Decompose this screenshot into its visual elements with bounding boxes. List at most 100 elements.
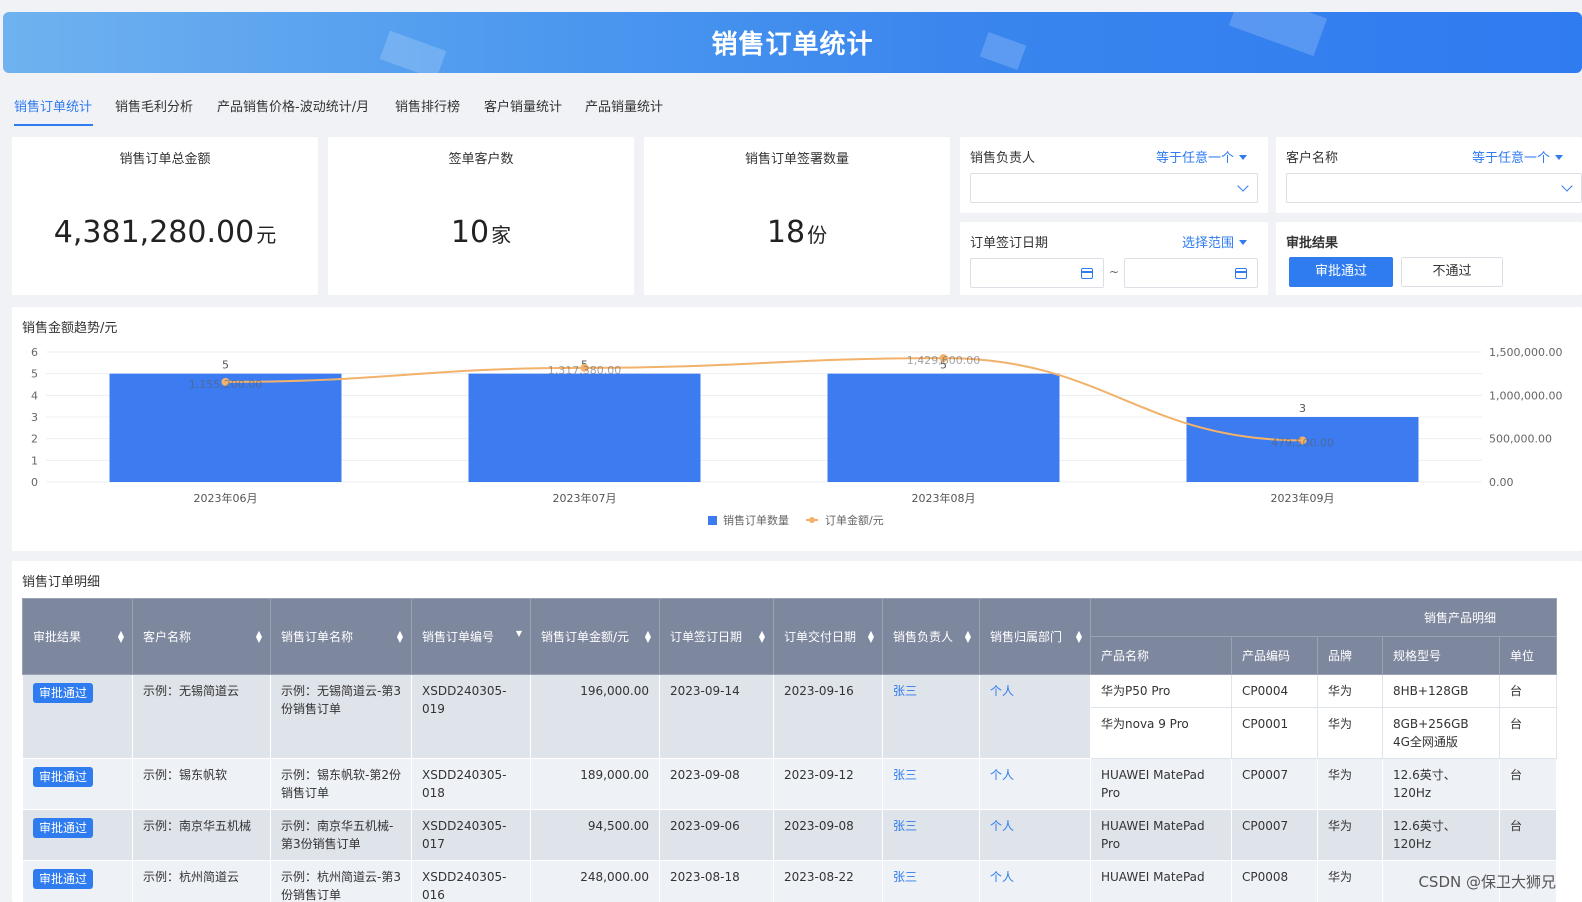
filter-operator-dropdown[interactable]: 等于任意一个 [1156,147,1248,166]
table-row[interactable]: 审批通过 示例：无锡简道云 示例：无锡简道云-第3份销售订单 XSDD240305-0… [22,674,1557,759]
tab-gross-profit[interactable]: 销售毛利分析 [115,96,193,115]
col-header-sign-date[interactable]: 订单签订日期 ▲ ▼ [659,598,774,675]
watermark: CSDN @保卫大狮兄 [1418,873,1556,891]
bar-data-label: 3 [1299,402,1306,415]
col-header-owner[interactable]: 销售负责人 ▲ ▼ [882,598,980,675]
cell-delivery-date: 2023-09-12 [773,758,883,810]
tab-product-sales[interactable]: 产品销量统计 [585,96,663,115]
customer-select[interactable] [1286,173,1582,203]
col-header-delivery-date[interactable]: 订单交付日期 ▲ ▼ [773,598,883,675]
dept-link[interactable]: 个人 [990,684,1014,698]
cell-owner: 张三 [882,758,980,810]
cell-product-unit: 台 [1499,758,1557,810]
sort-icon: ▲ ▼ [255,628,262,644]
stat-unit: 家 [491,223,512,247]
caret-down-icon [1239,155,1248,160]
status-badge[interactable]: 审批通过 [33,869,94,889]
cell-status: 审批通过 [22,809,133,861]
cell-order-no: XSDD240305-016 [411,860,531,902]
status-badge[interactable]: 审批通过 [33,767,94,787]
cell-product-code: CP0004 [1231,674,1318,708]
cell-order-name: 示例：南京华五机械-第3份销售订单 [270,809,412,861]
table-row[interactable]: 审批通过 示例：南京华五机械 示例：南京华五机械-第3份销售订单 XSDD240305… [22,809,1557,861]
calendar-icon [1235,268,1247,279]
col-header-approval[interactable]: 审批结果 ▲ ▼ [22,598,133,675]
y-left-tick-label: 2 [31,433,38,446]
y-left-tick-label: 4 [31,389,38,402]
y-left-tick-label: 5 [31,368,38,381]
stat-label: 销售订单签署数量 [744,152,849,167]
cell-order-no: XSDD240305-018 [411,758,531,810]
sales-trend-chart: 0 1 2 3 4 5 6 0.00 500,000.00 1,000,000.00 1,500,0… [31,346,1562,527]
cell-owner: 张三 [882,860,980,902]
cell-status: 审批通过 [22,758,133,810]
cell-product-name: HUAWEI MatePad Pro [1090,758,1232,810]
owner-link[interactable]: 张三 [893,684,917,698]
col-header-order-name[interactable]: 销售订单名称 ▲ ▼ [270,598,412,675]
y-left-tick-label: 6 [31,346,38,359]
filter-operator-label: 选择范围 [1182,236,1235,251]
stat-label: 销售订单总金额 [119,152,211,167]
legend-line-marker [809,517,815,523]
header-label: 销售订单编号 [422,630,495,644]
start-date-input[interactable] [970,258,1104,288]
cell-product-name: 华为P50 Pro [1090,674,1232,708]
col-group-products: 销售产品明细 [1090,598,1557,637]
tab-customer-sales[interactable]: 客户销量统计 [484,96,562,115]
table-row[interactable]: 审批通过 示例：杭州简道云 示例：杭州简道云-第3份销售订单 XSDD240305-0… [22,860,1557,902]
cell-product-brand: 华为 [1317,809,1383,861]
header-label: 客户名称 [143,630,192,644]
col-header-customer[interactable]: 客户名称 ▲ ▼ [132,598,271,675]
cell-owner: 张三 [882,809,980,861]
filter-operator-dropdown[interactable]: 等于任意一个 [1472,147,1564,166]
owner-link[interactable]: 张三 [893,870,917,884]
owner-select[interactable] [970,173,1258,203]
y-left-tick-label: 0 [31,476,38,489]
tab-sales-order-stats[interactable]: 销售订单统计 [14,96,92,115]
tab-price-fluctuation[interactable]: 产品销售价格-波动统计/月 [217,96,369,115]
cell-dept: 个人 [979,860,1091,902]
stat-card-total-amount: 销售订单总金额 4,381,280.00 元 [12,137,318,295]
dept-link[interactable]: 个人 [990,870,1014,884]
col-header-spec: 规格型号 [1382,636,1500,675]
rejected-button[interactable]: 不通过 [1401,257,1503,287]
cell-product-brand: 华为 [1317,674,1383,708]
col-header-dept[interactable]: 销售归属部门 ▲ ▼ [979,598,1091,675]
cell-product-code: CP0001 [1231,707,1318,759]
dept-link[interactable]: 个人 [990,768,1014,782]
header-label: 销售负责人 [893,630,954,644]
approved-button[interactable]: 审批通过 [1289,257,1393,287]
cell-product-name: 华为nova 9 Pro [1090,707,1232,759]
stat-number: 4,381,280.00 [53,215,255,250]
col-header-order-no[interactable]: 销售订单编号 ▼ [411,598,531,675]
stat-label: 签单客户数 [448,152,514,167]
col-header-amount[interactable]: 销售订单金额/元 ▲ ▼ [530,598,660,675]
filter-label: 订单签订日期 [970,236,1049,251]
cell-product-brand: 华为 [1317,707,1383,759]
cell-product-unit: 台 [1499,809,1557,861]
cell-product-name: HUAWEI MatePad Pro [1090,809,1232,861]
owner-link[interactable]: 张三 [893,819,917,833]
sort-icon: ▲ ▼ [758,628,765,644]
owner-link[interactable]: 张三 [893,768,917,782]
table-row[interactable]: 审批通过 示例：锡东帆软 示例：锡东帆软-第2份销售订单 XSDD240305-018… [22,758,1557,810]
cell-amount: 196,000.00 [530,674,660,759]
status-badge[interactable]: 审批通过 [33,683,94,703]
stat-card-customers: 签单客户数 10 家 [328,137,634,295]
tab-sales-ranking[interactable]: 销售排行榜 [395,96,460,115]
cell-product-name: HUAWEI MatePad [1090,860,1232,902]
tab-bar: 销售订单统计 销售毛利分析 产品销售价格-波动统计/月 销售排行榜 客户销量统计… [0,90,1582,126]
cell-product-code: CP0008 [1231,860,1318,902]
end-date-input[interactable] [1124,258,1258,288]
status-badge[interactable]: 审批通过 [33,818,94,838]
filter-label: 客户名称 [1286,151,1339,166]
stat-card-order-count: 销售订单签署数量 18 份 [644,137,950,295]
cell-dept: 个人 [979,674,1091,759]
cell-amount: 248,000.00 [530,860,660,902]
dept-link[interactable]: 个人 [990,819,1014,833]
cell-sign-date: 2023-09-14 [659,674,774,759]
filter-operator-dropdown[interactable]: 选择范围 [1182,232,1248,251]
legend-bar-swatch [708,516,717,525]
col-header-product-code: 产品编码 [1231,636,1318,675]
sort-icon: ▲ ▼ [867,628,874,644]
